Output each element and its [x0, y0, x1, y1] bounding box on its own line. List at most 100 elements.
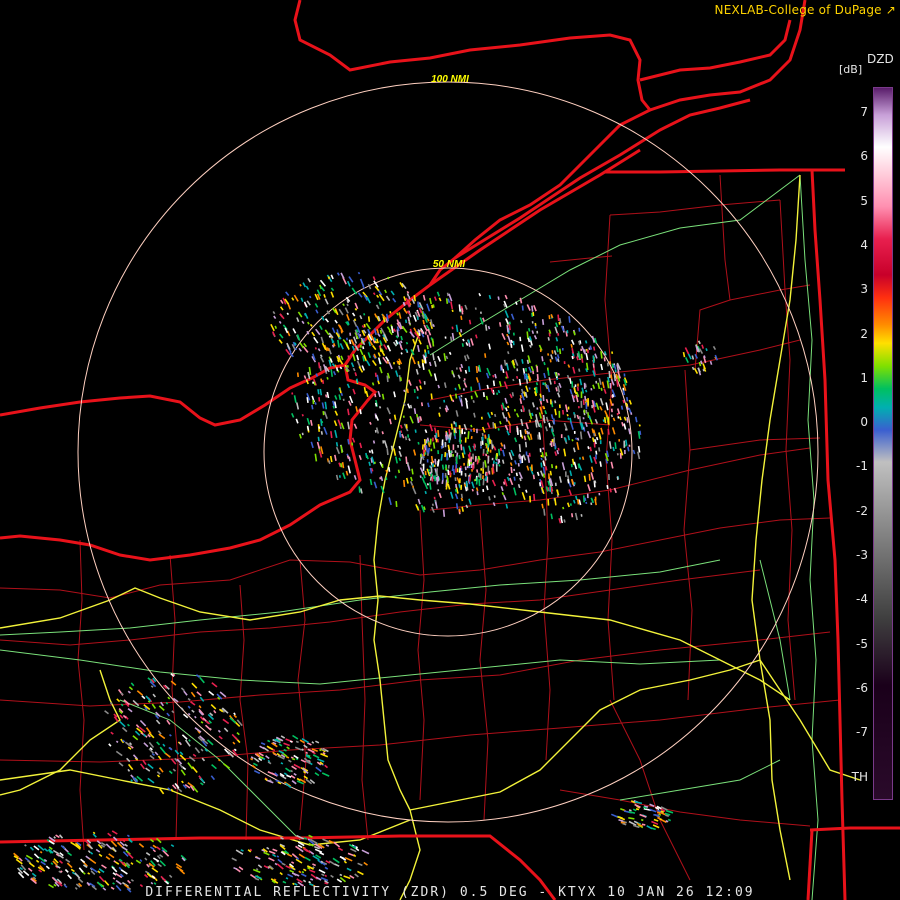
radar-return	[324, 874, 328, 878]
radar-return	[126, 834, 130, 838]
radar-return	[533, 493, 536, 501]
radar-return	[613, 374, 617, 382]
radar-return	[639, 430, 642, 436]
radar-return	[698, 361, 702, 367]
radar-return	[492, 422, 495, 429]
radar-return	[575, 495, 578, 501]
radar-return	[421, 463, 424, 467]
radar-return	[372, 292, 376, 296]
radar-return	[505, 376, 508, 379]
radar-return	[122, 839, 126, 843]
radar-return	[393, 414, 397, 420]
radar-return	[351, 442, 354, 446]
radar-return	[580, 353, 583, 359]
radar-return	[622, 390, 626, 396]
radar-return	[468, 474, 472, 482]
radar-return	[588, 415, 592, 420]
radar-return	[691, 355, 695, 360]
radar-return	[634, 416, 638, 423]
radar-return	[311, 404, 314, 410]
radar-return	[702, 368, 705, 372]
radar-return	[470, 386, 473, 392]
radar-return	[338, 394, 342, 400]
site-credit[interactable]: NEXLAB-College of DuPage ↗	[715, 3, 896, 17]
radar-return	[311, 741, 315, 744]
radar-return	[328, 335, 332, 338]
radar-return	[378, 405, 382, 409]
radar-return	[482, 478, 485, 486]
radar-return	[112, 877, 116, 880]
color-scale-tick: 4	[860, 237, 868, 252]
radar-return	[347, 355, 350, 360]
radar-return	[576, 386, 579, 391]
radar-return	[439, 406, 442, 410]
radar-return	[331, 344, 335, 348]
radar-return	[577, 463, 581, 469]
radar-return	[691, 366, 695, 371]
radar-return	[314, 347, 317, 350]
radar-map[interactable]: 50 NMI 100 NMI	[0, 0, 900, 900]
radar-return	[584, 395, 587, 401]
radar-return	[309, 295, 312, 299]
radar-return	[432, 353, 435, 361]
radar-return	[620, 405, 624, 410]
radar-return	[576, 437, 580, 441]
radar-return	[626, 417, 629, 423]
radar-return	[548, 315, 551, 320]
radar-return	[557, 447, 560, 451]
radar-return	[467, 339, 470, 343]
radar-return	[461, 506, 464, 512]
color-scale-bar	[873, 87, 893, 800]
radar-return	[306, 425, 310, 431]
radar-return	[407, 316, 410, 322]
radar-return	[447, 464, 450, 469]
radar-return	[545, 383, 548, 389]
radar-return	[563, 519, 566, 523]
radar-return	[299, 283, 302, 287]
radar-return	[625, 439, 628, 446]
radar-return	[320, 431, 323, 435]
radar-return	[424, 490, 427, 495]
radar-return	[368, 450, 372, 453]
radar-return	[458, 455, 461, 460]
radar-return	[555, 465, 558, 468]
radar-return	[372, 440, 376, 444]
radar-return	[454, 427, 457, 434]
radar-return	[543, 361, 546, 366]
radar-return	[531, 305, 534, 312]
radar-return	[542, 395, 545, 402]
radar-return	[589, 446, 592, 452]
radar-return	[385, 469, 389, 474]
radar-return	[363, 386, 367, 394]
radar-return	[497, 296, 500, 300]
color-scale-tick: 2	[860, 326, 868, 341]
radar-return	[367, 316, 371, 322]
radar-return	[330, 431, 333, 439]
radar-return	[513, 408, 516, 412]
radar-return	[398, 365, 401, 370]
radar-return	[571, 438, 574, 442]
radar-return	[550, 513, 553, 520]
radar-return	[413, 294, 416, 302]
radar-return	[419, 475, 422, 478]
radar-return	[400, 352, 403, 355]
radar-return	[250, 757, 254, 761]
radar-return	[426, 483, 429, 486]
color-scale-tick: -1	[856, 459, 868, 474]
radar-return	[528, 328, 531, 332]
radar-return	[400, 335, 403, 341]
radar-return	[409, 404, 413, 409]
radar-return	[448, 449, 451, 458]
radar-return	[486, 384, 489, 389]
radar-return	[564, 428, 567, 431]
radar-return	[441, 464, 445, 470]
radar-return	[602, 419, 605, 423]
radar-return	[499, 420, 502, 425]
radar-return	[445, 355, 449, 360]
radar-return	[450, 423, 454, 430]
radar-return	[325, 394, 328, 398]
radar-return	[551, 350, 554, 354]
radar-return	[378, 345, 382, 349]
radar-return	[292, 757, 296, 761]
radar-return	[448, 434, 452, 440]
